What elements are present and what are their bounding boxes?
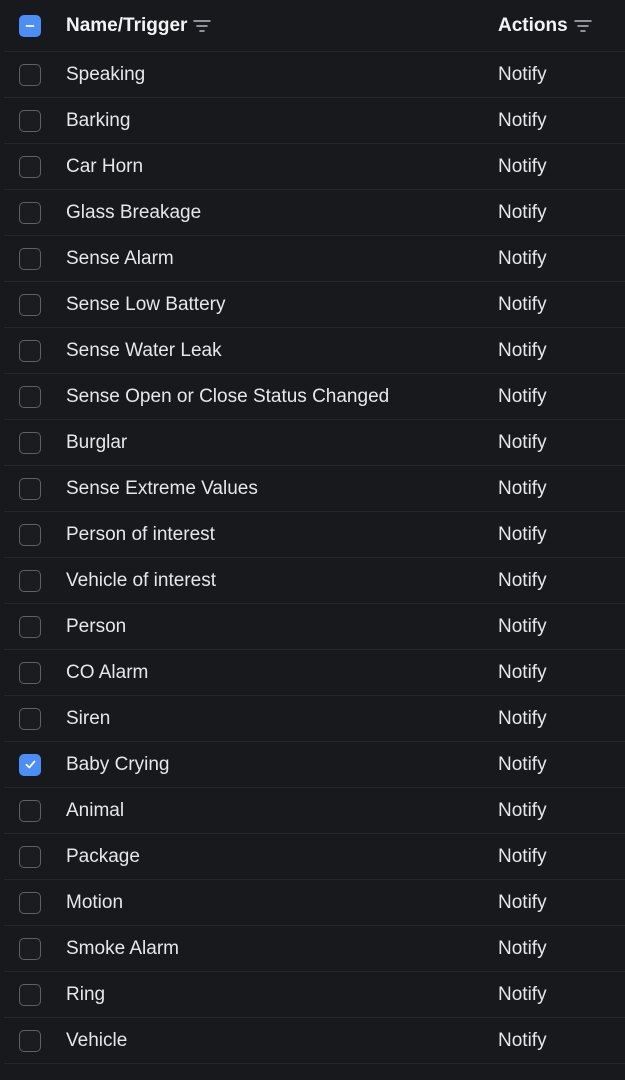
table-row[interactable]: Sense Open or Close Status Changed Notify	[4, 374, 625, 420]
trigger-action: Notify	[498, 615, 547, 637]
trigger-action: Notify	[498, 201, 547, 223]
trigger-name: Person of interest	[66, 523, 215, 545]
row-checkbox[interactable]	[19, 1029, 41, 1052]
trigger-name: Car Horn	[66, 155, 144, 177]
trigger-name: Motion	[66, 891, 124, 913]
name-trigger-header-label: Name/Trigger	[66, 14, 188, 36]
minus-icon	[25, 24, 35, 27]
row-checkbox[interactable]	[19, 753, 41, 776]
triggers-table: Name/Trigger Actions Speaking Notify Bark…	[0, 0, 625, 1064]
trigger-name: Sense Alarm	[66, 247, 174, 269]
trigger-action: Notify	[498, 799, 547, 821]
row-checkbox[interactable]	[19, 845, 41, 868]
table-row[interactable]: Vehicle of interest Notify	[4, 558, 625, 604]
trigger-action: Notify	[498, 983, 547, 1005]
trigger-action: Notify	[498, 477, 547, 499]
row-checkbox[interactable]	[19, 293, 41, 316]
trigger-name: Sense Open or Close Status Changed	[66, 385, 390, 407]
row-checkbox[interactable]	[19, 63, 41, 86]
trigger-action: Notify	[498, 1029, 547, 1051]
trigger-action: Notify	[498, 247, 547, 269]
table-row[interactable]: Baby Crying Notify	[4, 742, 625, 788]
table-row[interactable]: CO Alarm Notify	[4, 650, 625, 696]
table-row[interactable]: Vehicle Notify	[4, 1018, 625, 1064]
trigger-action: Notify	[498, 891, 547, 913]
table-row[interactable]: Sense Low Battery Notify	[4, 282, 625, 328]
row-checkbox[interactable]	[19, 661, 41, 684]
table-row[interactable]: Smoke Alarm Notify	[4, 926, 625, 972]
row-checkbox[interactable]	[19, 523, 41, 546]
trigger-action: Notify	[498, 753, 547, 775]
trigger-name: Sense Extreme Values	[66, 477, 258, 499]
row-checkbox[interactable]	[19, 799, 41, 822]
trigger-name: Vehicle of interest	[66, 569, 216, 591]
table-row[interactable]: Burglar Notify	[4, 420, 625, 466]
trigger-action: Notify	[498, 385, 547, 407]
table-row[interactable]: Sense Water Leak Notify	[4, 328, 625, 374]
trigger-name: Speaking	[66, 63, 146, 85]
checkmark-icon	[25, 760, 35, 769]
row-checkbox[interactable]	[19, 385, 41, 408]
trigger-name: Glass Breakage	[66, 201, 202, 223]
table-row[interactable]: Speaking Notify	[4, 52, 625, 98]
trigger-action: Notify	[498, 63, 547, 85]
row-checkbox[interactable]	[19, 339, 41, 362]
trigger-name: Person	[66, 615, 127, 637]
name-trigger-column-header[interactable]: Name/Trigger	[66, 14, 212, 37]
table-row[interactable]: Car Horn Notify	[4, 144, 625, 190]
trigger-action: Notify	[498, 109, 547, 131]
trigger-action: Notify	[498, 569, 547, 591]
trigger-name: Package	[66, 845, 140, 867]
trigger-action: Notify	[498, 431, 547, 453]
filter-icon[interactable]	[573, 19, 592, 33]
row-checkbox[interactable]	[19, 155, 41, 178]
table-row[interactable]: Glass Breakage Notify	[4, 190, 625, 236]
trigger-name: Smoke Alarm	[66, 937, 179, 959]
row-checkbox[interactable]	[19, 937, 41, 960]
filter-icon[interactable]	[193, 19, 212, 33]
row-checkbox[interactable]	[19, 891, 41, 914]
actions-header-label: Actions	[498, 14, 568, 36]
trigger-name: Ring	[66, 983, 106, 1005]
trigger-name: Vehicle	[66, 1029, 128, 1051]
table-row[interactable]: Animal Notify	[4, 788, 625, 834]
trigger-action: Notify	[498, 845, 547, 867]
trigger-action: Notify	[498, 155, 547, 177]
table-row[interactable]: Ring Notify	[4, 972, 625, 1018]
row-checkbox[interactable]	[19, 477, 41, 500]
row-checkbox[interactable]	[19, 431, 41, 454]
select-all-checkbox[interactable]	[19, 14, 41, 37]
trigger-name: Burglar	[66, 431, 128, 453]
trigger-action: Notify	[498, 523, 547, 545]
table-row[interactable]: Barking Notify	[4, 98, 625, 144]
trigger-action: Notify	[498, 707, 547, 729]
row-checkbox[interactable]	[19, 707, 41, 730]
trigger-name: CO Alarm	[66, 661, 149, 683]
table-row[interactable]: Siren Notify	[4, 696, 625, 742]
row-checkbox[interactable]	[19, 569, 41, 592]
table-header: Name/Trigger Actions	[4, 0, 625, 52]
row-checkbox[interactable]	[19, 109, 41, 132]
table-row[interactable]: Person Notify	[4, 604, 625, 650]
row-checkbox[interactable]	[19, 983, 41, 1006]
trigger-action: Notify	[498, 937, 547, 959]
trigger-action: Notify	[498, 661, 547, 683]
trigger-name: Siren	[66, 707, 111, 729]
row-checkbox[interactable]	[19, 247, 41, 270]
table-row[interactable]: Package Notify	[4, 834, 625, 880]
trigger-name: Sense Water Leak	[66, 339, 222, 361]
trigger-name: Animal	[66, 799, 125, 821]
table-row[interactable]: Motion Notify	[4, 880, 625, 926]
trigger-name: Baby Crying	[66, 753, 170, 775]
table-row[interactable]: Person of interest Notify	[4, 512, 625, 558]
trigger-action: Notify	[498, 339, 547, 361]
row-checkbox[interactable]	[19, 615, 41, 638]
actions-column-header[interactable]: Actions	[498, 15, 592, 37]
trigger-name: Sense Low Battery	[66, 293, 226, 315]
table-row[interactable]: Sense Alarm Notify	[4, 236, 625, 282]
trigger-action: Notify	[498, 293, 547, 315]
table-row[interactable]: Sense Extreme Values Notify	[4, 466, 625, 512]
row-checkbox[interactable]	[19, 201, 41, 224]
trigger-name: Barking	[66, 109, 131, 131]
